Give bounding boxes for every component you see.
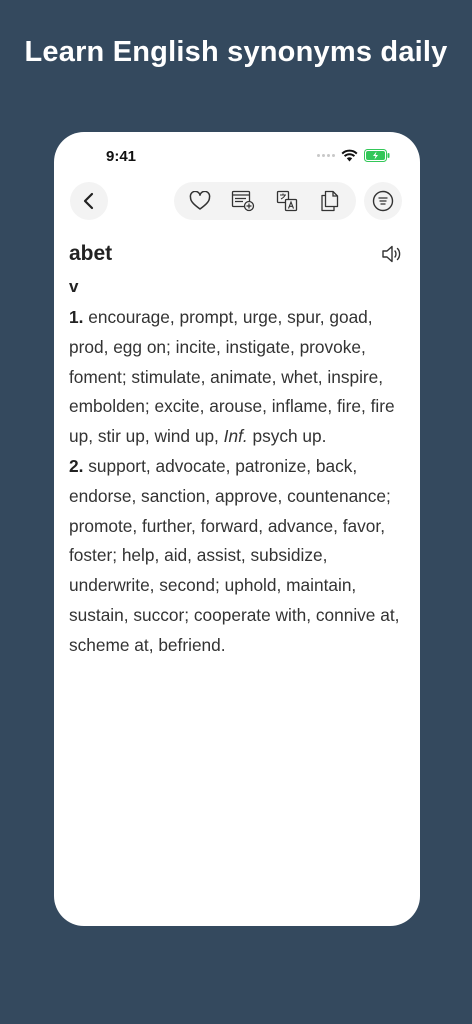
favorite-button[interactable]: [186, 187, 214, 215]
sense-number: 1.: [69, 307, 84, 327]
heart-icon: [189, 191, 211, 210]
copy-icon: [321, 190, 339, 212]
usage-label: Inf.: [223, 426, 248, 447]
sense-number: 2.: [69, 455, 84, 476]
battery-charging-icon: [364, 149, 390, 162]
copy-button[interactable]: [316, 187, 344, 215]
translate-icon: [276, 190, 297, 212]
add-to-list-icon: [232, 190, 255, 212]
sense-2: 2. support, advocate, patronize, back, e…: [69, 452, 405, 661]
headword: abet: [69, 242, 113, 265]
part-of-speech: v: [69, 277, 79, 296]
sense-text: support, advocate, patronize, back, endo…: [69, 455, 400, 655]
speaker-icon: [382, 245, 401, 263]
signal-icon: [317, 154, 335, 157]
menu-button[interactable]: [364, 182, 402, 220]
status-time: 9:41: [106, 148, 137, 165]
phone-screen: 9:41 abet v 1. encourage, prompt, urge, …: [54, 132, 420, 926]
synonym-list: 1. encourage, prompt, urge, spur, goad, …: [69, 303, 405, 661]
word-toolbar: [174, 182, 356, 220]
translate-button[interactable]: [273, 187, 301, 215]
sense-1: 1. encourage, prompt, urge, spur, goad, …: [69, 303, 405, 452]
chevron-left-icon: [83, 192, 94, 210]
pronounce-button[interactable]: [380, 242, 404, 266]
status-icons: [317, 149, 390, 162]
menu-icon: [372, 190, 394, 212]
wifi-icon: [341, 149, 358, 162]
back-button[interactable]: [70, 182, 108, 220]
promo-banner-title: Learn English synonyms daily: [24, 36, 448, 68]
sense-text: psych up.: [247, 426, 327, 447]
add-to-list-button[interactable]: [229, 187, 257, 215]
